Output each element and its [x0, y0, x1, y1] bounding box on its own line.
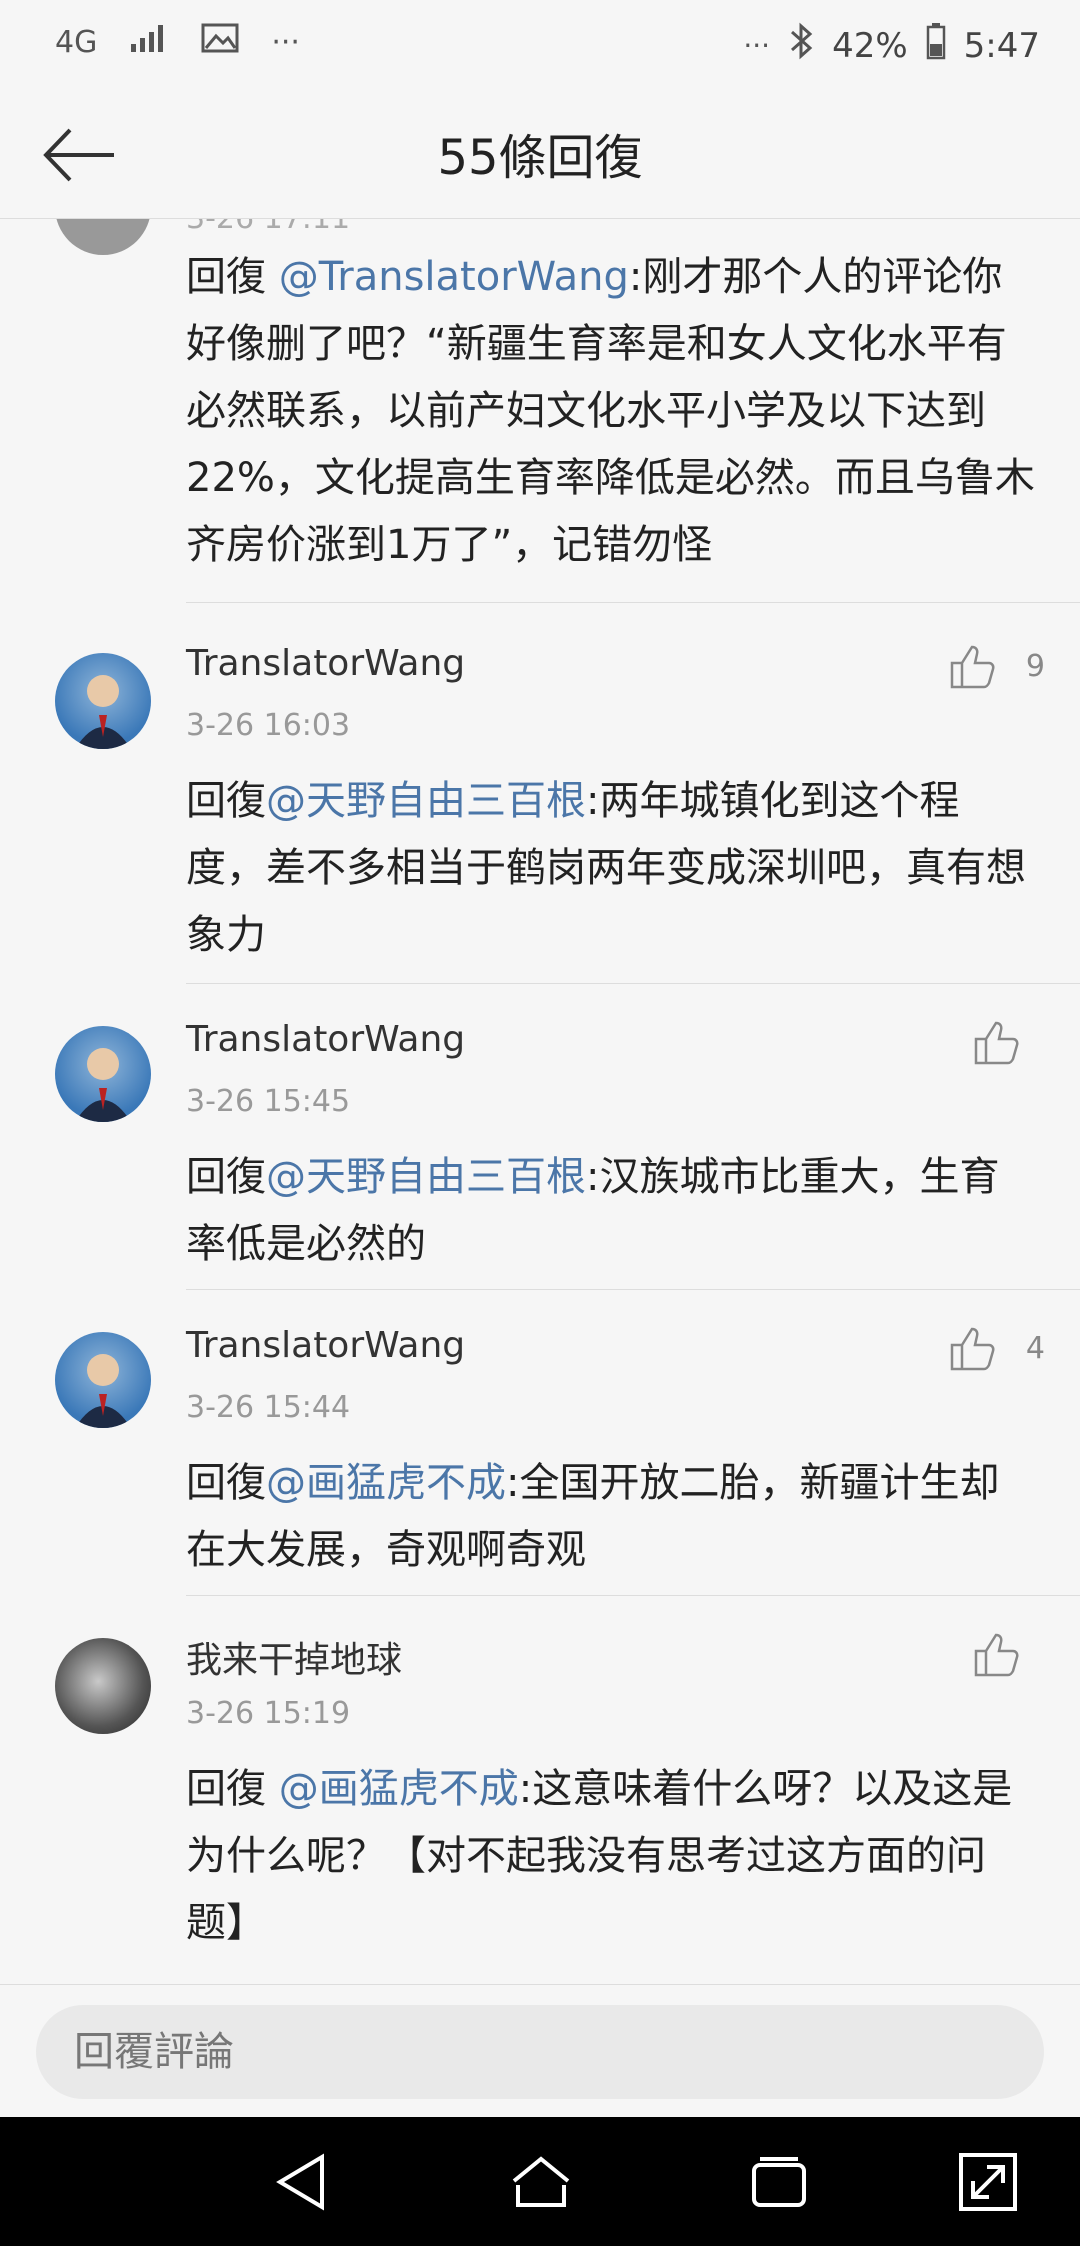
header: 55條回復: [0, 90, 1080, 219]
username[interactable]: 我来干掉地球: [186, 1631, 402, 1683]
divider: [186, 983, 1080, 984]
username[interactable]: TranslatorWang: [186, 643, 465, 684]
comment-time: 3-26 15:44: [186, 1390, 351, 1425]
comment-time: 3-26 17:11: [186, 219, 350, 236]
reply-prefix: 回復: [186, 1154, 266, 1200]
avatar[interactable]: [55, 219, 151, 255]
like-count: 4: [1025, 1330, 1045, 1366]
more-notifications-icon: ···: [271, 24, 300, 60]
divider: [186, 1289, 1080, 1290]
avatar[interactable]: [55, 653, 151, 749]
reply-input[interactable]: [36, 2005, 1044, 2099]
thumbs-up-icon: [950, 1327, 995, 1371]
comment-body: 回復@天野自由三百根:两年城镇化到这个程度，差不多相当于鹤岗两年变成深圳吧，真有…: [186, 768, 1036, 969]
avatar[interactable]: [55, 1332, 151, 1428]
reply-prefix: 回復: [186, 1766, 279, 1812]
mention-link[interactable]: @天野自由三百根: [266, 778, 586, 824]
reply-prefix: 回復: [186, 778, 266, 824]
comment-time: 3-26 16:03: [186, 708, 351, 743]
status-left: 4G ···: [55, 22, 300, 62]
like-button[interactable]: [972, 1019, 1020, 1065]
clock: 5:47: [963, 25, 1040, 66]
comment-list[interactable]: 3-26 17:11 回復 @TranslatorWang:刚才那个人的评论你好…: [0, 219, 1080, 1984]
divider: [186, 1595, 1080, 1596]
reply-prefix: 回復: [186, 1460, 266, 1506]
username[interactable]: TranslatorWang: [186, 1325, 465, 1366]
comment-body: 回復 @TranslatorWang:刚才那个人的评论你好像删了吧？“新疆生育率…: [186, 244, 1036, 579]
thumbs-up-icon: [974, 1633, 1019, 1677]
thumbs-up-icon: [950, 645, 995, 689]
image-icon: [201, 22, 239, 62]
avatar[interactable]: [55, 1638, 151, 1734]
mention-link[interactable]: @画猛虎不成: [279, 1766, 519, 1812]
reply-prefix: 回復: [186, 254, 279, 300]
mention-link[interactable]: @画猛虎不成: [266, 1460, 506, 1506]
battery-icon: [926, 22, 946, 69]
avatar[interactable]: [55, 1026, 151, 1122]
home-nav-icon[interactable]: [508, 2149, 574, 2215]
network-icon: 4G: [55, 24, 98, 60]
comment-time: 3-26 15:45: [186, 1084, 351, 1119]
comment-time: 3-26 15:19: [186, 1696, 351, 1731]
username[interactable]: TranslatorWang: [186, 1019, 465, 1060]
divider: [186, 602, 1080, 603]
signal-icon: [129, 22, 169, 62]
status-bar: 4G ··· ··· 42% 5:47: [0, 0, 1080, 90]
like-button[interactable]: 4: [948, 1325, 1045, 1371]
reply-bar: [0, 1984, 1080, 2118]
like-count: 9: [1025, 648, 1045, 684]
recent-apps-icon[interactable]: [746, 2149, 812, 2215]
battery-percent: 42%: [832, 25, 908, 66]
mention-link[interactable]: @TranslatorWang: [279, 254, 629, 300]
bluetooth-icon: [788, 22, 814, 69]
like-button[interactable]: 9: [948, 643, 1045, 689]
comment-text: :刚才那个人的评论你好像删了吧？“新疆生育率是和女人文化水平有必然联系，以前产妇…: [186, 254, 1035, 568]
mention-link[interactable]: @天野自由三百根: [266, 1154, 586, 1200]
comment-body: 回復@画猛虎不成:全国开放二胎，新疆计生却在大发展，奇观啊奇观: [186, 1450, 1036, 1584]
system-nav-bar: [0, 2117, 1080, 2246]
comment-body: 回復 @画猛虎不成:这意味着什么呀？以及这是为什么呢？【对不起我没有思考过这方面…: [186, 1756, 1036, 1957]
comment-body: 回復@天野自由三百根:汉族城市比重大，生育率低是必然的: [186, 1144, 1036, 1278]
thumbs-up-icon: [974, 1021, 1019, 1065]
status-right: ··· 42% 5:47: [743, 22, 1040, 69]
expand-icon[interactable]: [955, 2149, 1021, 2215]
like-button[interactable]: [972, 1631, 1020, 1677]
back-nav-icon[interactable]: [270, 2149, 336, 2215]
more-status-icon: ···: [743, 29, 771, 62]
page-title: 55條回復: [437, 130, 643, 186]
